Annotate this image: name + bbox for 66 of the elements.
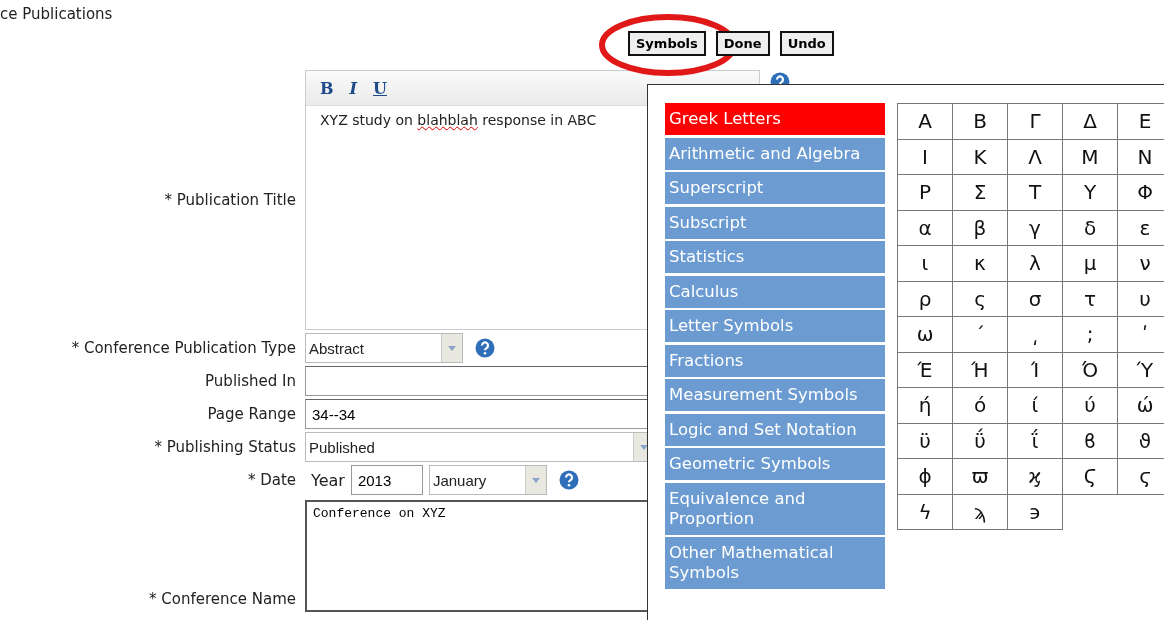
symbol-key[interactable]: Υ bbox=[1063, 175, 1118, 211]
symbol-key[interactable]: ΰ bbox=[953, 423, 1008, 459]
symbol-key[interactable]: ι bbox=[898, 246, 953, 282]
symbol-key[interactable]: Έ bbox=[898, 352, 953, 388]
symbol-key[interactable]: γ bbox=[1008, 210, 1063, 246]
year-field[interactable]: 2013 bbox=[350, 465, 423, 495]
toolbar-button[interactable]: Undo bbox=[779, 31, 834, 56]
symbol-key[interactable]: ϶ bbox=[1008, 494, 1063, 530]
symbol-key[interactable]: ύ bbox=[1063, 388, 1118, 424]
symbol-key[interactable]: Ό bbox=[1063, 352, 1118, 388]
symbol-key[interactable]: ΐ bbox=[1008, 423, 1063, 459]
field-label: * Publication Title bbox=[163, 191, 296, 209]
field-label: * Conference Name bbox=[148, 590, 296, 608]
symbol-key[interactable]: ω bbox=[898, 317, 953, 353]
symbol-key[interactable]: ϐ bbox=[1063, 423, 1118, 459]
field-label: * Conference Publication Type bbox=[70, 339, 296, 357]
symbol-key[interactable]: ί bbox=[1008, 388, 1063, 424]
symbol-key[interactable]: ; bbox=[1063, 317, 1118, 353]
dropdown[interactable]: Abstract bbox=[305, 333, 463, 363]
symbol-key[interactable]: ΄ bbox=[953, 317, 1008, 353]
symbol-key[interactable]: ϋ bbox=[898, 423, 953, 459]
symbol-key[interactable]: Ή bbox=[953, 352, 1008, 388]
field-label: * Publishing Status bbox=[153, 438, 296, 456]
symbol-key[interactable]: ϕ bbox=[898, 459, 953, 495]
symbol-key[interactable]: ό bbox=[953, 388, 1008, 424]
symbol-key[interactable]: Ϛ bbox=[1063, 459, 1118, 495]
symbol-key[interactable]: Β bbox=[953, 104, 1008, 140]
symbol-key[interactable]: ϡ bbox=[953, 494, 1008, 530]
symbol-key[interactable]: κ bbox=[953, 246, 1008, 282]
symbol-key[interactable]: α bbox=[898, 210, 953, 246]
symbol-key[interactable]: Λ bbox=[1008, 139, 1063, 175]
symbol-key[interactable]: Ρ bbox=[898, 175, 953, 211]
toolbar-button[interactable]: Symbols bbox=[628, 31, 706, 56]
symbol-key[interactable]: Ί bbox=[1008, 352, 1063, 388]
symbol-key[interactable]: Τ bbox=[1008, 175, 1063, 211]
symbol-key[interactable]: Ι bbox=[898, 139, 953, 175]
symbol-key[interactable]: τ bbox=[1063, 281, 1118, 317]
symbol-key[interactable]: ή bbox=[898, 388, 953, 424]
symbol-key[interactable]: ϟ bbox=[898, 494, 953, 530]
symbol-key[interactable]: μ bbox=[1063, 246, 1118, 282]
format-button[interactable]: I bbox=[345, 76, 361, 100]
symbol-key[interactable]: Γ bbox=[1008, 104, 1063, 140]
symbol-key[interactable]: ϖ bbox=[953, 459, 1008, 495]
symbol-key[interactable]: Μ bbox=[1063, 139, 1118, 175]
symbol-key[interactable]: ϗ bbox=[1008, 459, 1063, 495]
symbol-key[interactable]: σ bbox=[1008, 281, 1063, 317]
symbol-key[interactable]: Α bbox=[898, 104, 953, 140]
category-item[interactable]: Greek Letters bbox=[665, 103, 885, 135]
symbol-key[interactable]: Δ bbox=[1063, 104, 1118, 140]
symbol-key[interactable]: λ bbox=[1008, 246, 1063, 282]
symbol-key[interactable]: Κ bbox=[953, 139, 1008, 175]
field-label: Page Range bbox=[206, 405, 296, 423]
symbol-key[interactable]: ς bbox=[953, 281, 1008, 317]
page-title: ce Publications bbox=[0, 4, 114, 25]
field-label: Published In bbox=[204, 372, 296, 390]
field-label: * Date bbox=[246, 471, 296, 489]
symbol-key[interactable]: ρ bbox=[898, 281, 953, 317]
year-label: Year bbox=[311, 470, 345, 490]
symbol-key[interactable]: β bbox=[953, 210, 1008, 246]
symbol-key[interactable]: ͵ bbox=[1008, 317, 1063, 353]
symbol-key[interactable]: Σ bbox=[953, 175, 1008, 211]
dropdown[interactable]: January bbox=[428, 465, 547, 495]
format-button[interactable]: B bbox=[316, 76, 338, 100]
format-button[interactable]: U bbox=[369, 76, 391, 100]
symbol-key[interactable]: δ bbox=[1063, 210, 1118, 246]
toolbar-button[interactable]: Done bbox=[715, 31, 770, 56]
